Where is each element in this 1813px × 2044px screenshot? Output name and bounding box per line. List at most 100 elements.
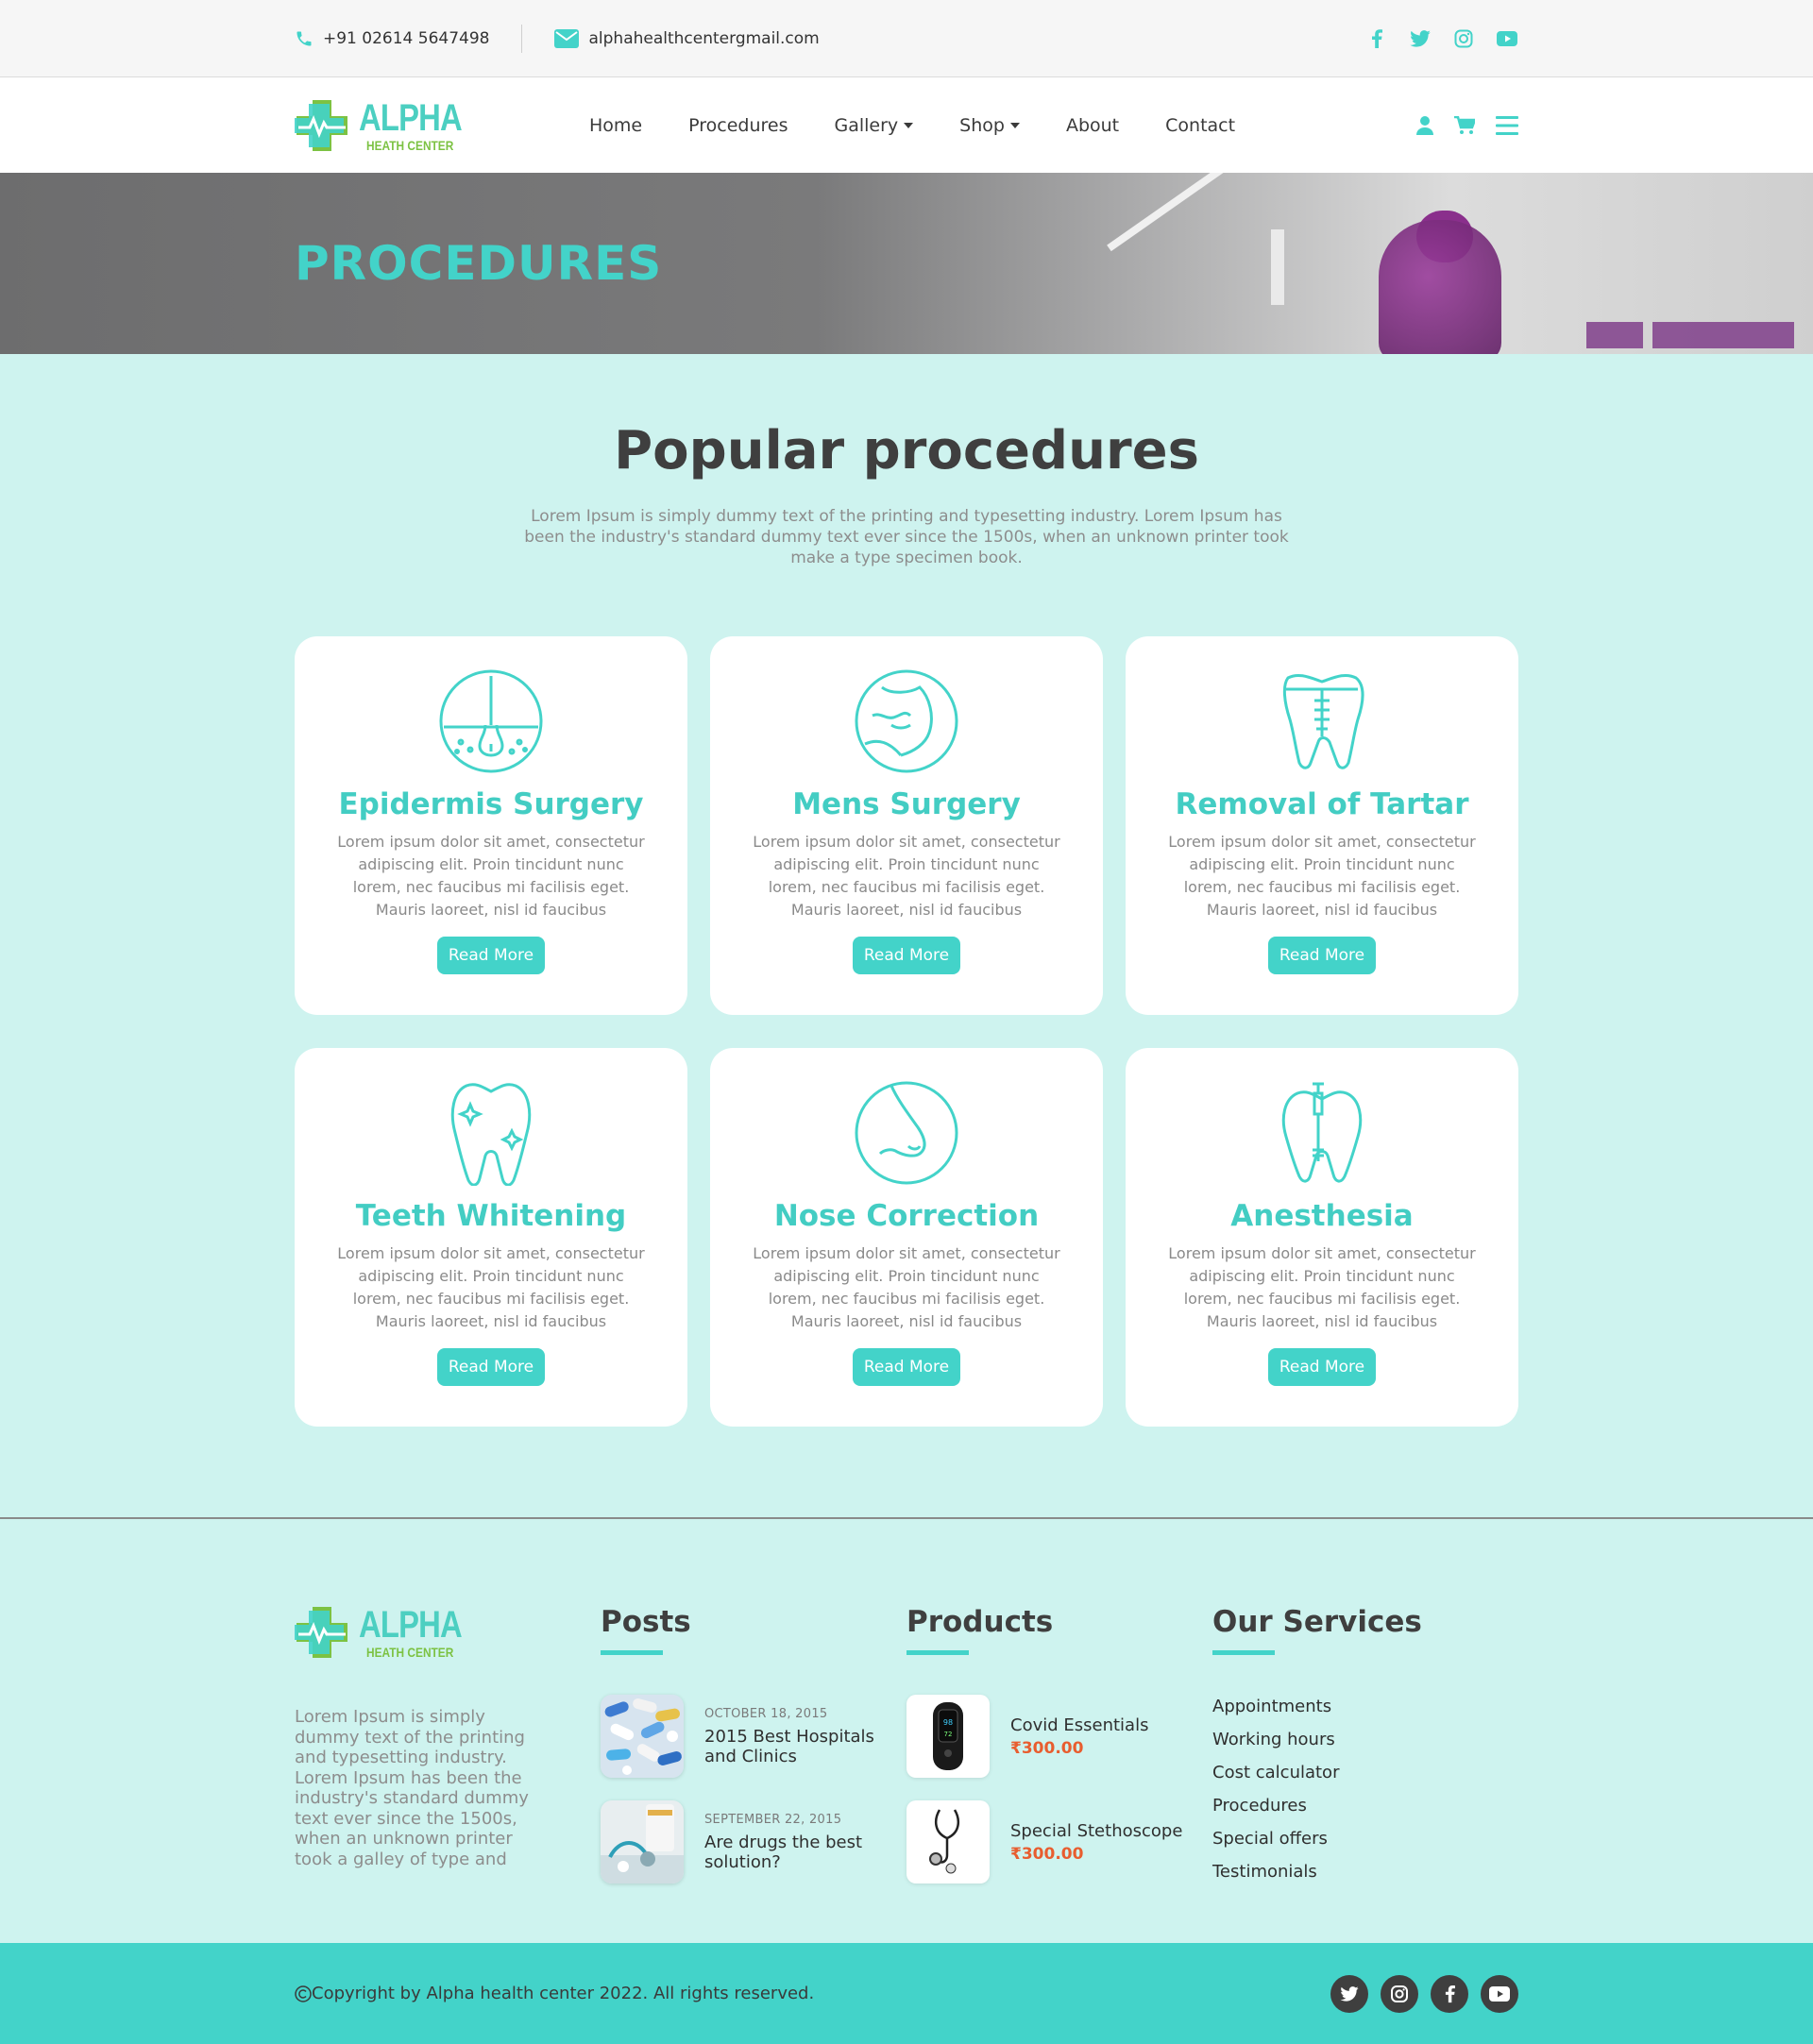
product-thumbnail-stethoscope [906,1800,990,1884]
service-link-special-offers[interactable]: Special offers [1212,1829,1518,1849]
instagram-icon[interactable] [1381,1974,1418,2013]
email-contact[interactable]: alphahealthcentergmail.com [554,29,820,48]
post-item[interactable]: OCTOBER 18, 2015 2015 Best Hospitals and… [601,1695,906,1778]
page-title: PROCEDURES [295,236,663,291]
card-title: Nose Correction [773,1199,1040,1233]
user-icon[interactable] [1416,115,1433,135]
medical-cross-logo-icon [295,99,347,151]
card-text: Lorem ipsum dolor sit amet, consectetur … [1168,1244,1476,1330]
service-link-testimonials[interactable]: Testimonials [1212,1862,1518,1882]
nav-home[interactable]: Home [589,115,642,136]
product-thumbnail-oximeter: 98 72 [906,1695,990,1778]
menu-icon[interactable] [1496,115,1518,135]
card-text: Lorem ipsum dolor sit amet, consectetur … [753,1244,1060,1330]
facebook-icon[interactable] [1365,27,1388,50]
facebook-icon[interactable] [1431,1974,1468,2013]
post-thumbnail-pills [601,1695,684,1778]
product-name: Covid Essentials [1010,1715,1149,1735]
card-text: Lorem ipsum dolor sit amet, consectetur … [337,833,645,919]
post-thumbnail-stethoscope [601,1800,684,1884]
copyright-bar: Copyright by Alpha health center 2022. A… [0,1943,1813,2044]
procedure-card: Nose Correction Lorem ipsum dolor sit am… [710,1048,1103,1427]
products-heading: Products [906,1605,1054,1639]
youtube-icon[interactable] [1481,1974,1518,2013]
post-title: Are drugs the best solution? [704,1832,863,1872]
product-item[interactable]: 98 72 Covid Essentials ₹300.00 [906,1695,1212,1778]
card-title: Epidermis Surgery [338,787,644,821]
post-date: SEPTEMBER 22, 2015 [704,1812,842,1827]
nav-contact-label: Contact [1165,114,1236,136]
twitter-icon[interactable] [1330,1974,1368,2013]
read-more-button[interactable]: Read More [436,1348,546,1386]
heading-underline [906,1650,969,1655]
page-banner: PROCEDURES [0,173,1813,354]
service-link-working-hours[interactable]: Working hours [1212,1730,1518,1749]
copyright: Copyright by Alpha health center 2022. A… [295,1984,814,2003]
services-list: Appointments Working hours Cost calculat… [1212,1697,1518,1882]
logo-subtitle: HEATH CENTER [366,137,454,153]
tooth-sparkle-icon [450,1083,532,1186]
card-title: Anesthesia [1230,1199,1414,1233]
post-title: 2015 Best Hospitals and Clinics [704,1726,874,1766]
header-actions [1416,115,1518,135]
tooth-needle-icon [1281,1082,1363,1183]
read-more-button[interactable]: Read More [852,937,961,974]
nav-shop-label: Shop [959,114,1005,136]
heading-underline [1212,1650,1275,1655]
product-price: ₹300.00 [1010,1844,1084,1864]
footer-logo[interactable]: ALPHA HEATH CENTER [295,1605,589,1660]
read-more-button[interactable]: Read More [1267,1348,1377,1386]
footer-products: Products 98 72 Covid Essentials ₹300.00 [906,1605,1212,1884]
cart-icon[interactable] [1454,115,1475,135]
read-more-button[interactable]: Read More [436,937,546,974]
nav-about[interactable]: About [1066,115,1119,136]
nav-shop[interactable]: Shop [959,115,1020,136]
email-address: alphahealthcentergmail.com [588,29,820,48]
copyright-text: Copyright by Alpha health center 2022. A… [312,1984,815,2003]
procedure-card: Mens Surgery Lorem ipsum dolor sit amet,… [710,636,1103,1015]
service-link-cost-calculator[interactable]: Cost calculator [1212,1763,1518,1782]
phone-contact[interactable]: +91 02614 5647498 [295,29,489,48]
instagram-icon[interactable] [1452,27,1475,50]
procedure-card: Anesthesia Lorem ipsum dolor sit amet, c… [1126,1048,1518,1427]
post-date: OCTOBER 18, 2015 [704,1706,828,1721]
procedure-grid: Epidermis Surgery Lorem ipsum dolor sit … [295,636,1518,1427]
read-more-button[interactable]: Read More [852,1348,961,1386]
card-text: Lorem ipsum dolor sit amet, consectetur … [337,1244,645,1330]
product-item[interactable]: Special Stethoscope ₹300.00 [906,1800,1212,1884]
post-item[interactable]: SEPTEMBER 22, 2015 Are drugs the best so… [601,1800,906,1884]
nav-gallery[interactable]: Gallery [834,114,914,136]
footer-about: ALPHA HEATH CENTER Lorem Ipsum is simply… [295,1605,601,1884]
procedures-section: Popular procedures Lorem Ipsum is simply… [0,354,1813,1427]
service-link-procedures[interactable]: Procedures [1212,1796,1518,1816]
card-title: Teeth Whitening [355,1199,627,1233]
site-logo[interactable]: ALPHA HEATH CENTER [295,98,589,153]
phone-icon [297,31,312,46]
caret-down-icon [904,122,914,128]
product-name: Special Stethoscope [1010,1820,1183,1841]
medical-cross-logo-icon [295,1607,347,1658]
section-intro: Lorem Ipsum is simply dummy text of the … [524,507,1289,567]
footer-posts: Posts OCTOBER 18, 2015 2015 Best Hospita… [601,1605,906,1884]
nav-gallery-label: Gallery [834,114,899,136]
svg-text:98: 98 [943,1718,953,1727]
tooth-implant-icon [1282,674,1364,769]
nav-contact[interactable]: Contact [1165,115,1235,136]
top-bar: +91 02614 5647498 alphahealthcentergmail… [0,0,1813,77]
procedure-card: Teeth Whitening Lorem ipsum dolor sit am… [295,1048,687,1427]
footer-about-text: Lorem Ipsum is simply dummy text of the … [295,1707,529,1869]
footer: ALPHA HEATH CENTER Lorem Ipsum is simply… [0,1605,1813,1884]
nav-home-label: Home [589,114,643,136]
procedure-card: Removal of Tartar Lorem ipsum dolor sit … [1126,636,1518,1015]
nav-procedures-label: Procedures [688,114,788,136]
read-more-button[interactable]: Read More [1267,937,1377,974]
twitter-icon[interactable] [1409,27,1432,50]
card-title: Removal of Tartar [1175,787,1469,821]
youtube-icon[interactable] [1496,27,1518,50]
chest-muscle-icon [855,669,958,773]
nose-icon [855,1081,958,1185]
service-link-appointments[interactable]: Appointments [1212,1697,1518,1716]
nav-procedures[interactable]: Procedures [688,115,788,136]
main-header: ALPHA HEATH CENTER Home Procedures Galle… [0,77,1813,173]
caret-down-icon [1009,122,1020,128]
